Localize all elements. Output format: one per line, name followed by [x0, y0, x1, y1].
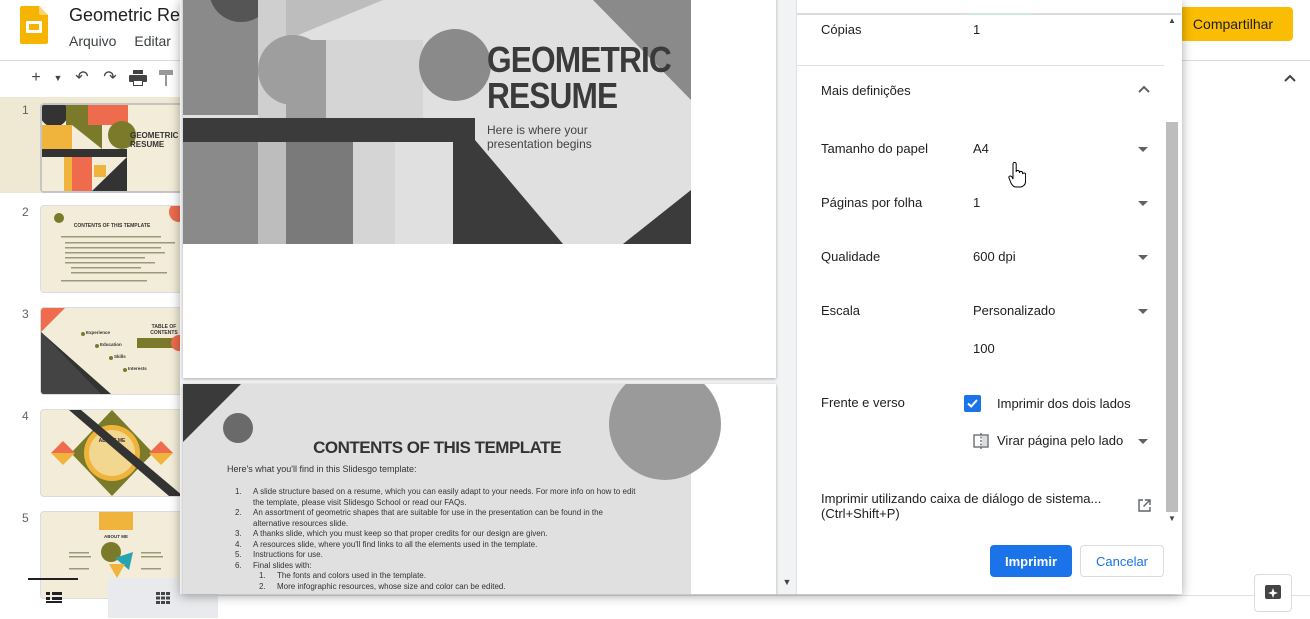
menu-file[interactable]: Arquivo	[69, 33, 116, 49]
flip-page-dropdown-icon[interactable]	[1138, 439, 1148, 444]
slide-thumbnail-row[interactable]: 4 ABOUT ME	[0, 403, 184, 499]
duplex-checkbox-label[interactable]: Imprimir dos dois lados	[997, 396, 1131, 411]
grid-view-icon	[156, 592, 170, 604]
slide-thumbnail-row[interactable]: 3 TABLE OF CONTENTS Experience Education…	[0, 301, 184, 397]
preview-page-1: GEOMETRIC RESUME Here is where your pres…	[183, 0, 776, 378]
list-item: 4. A resources slide, where you'll find l…	[235, 539, 538, 549]
slide-item: Education	[100, 342, 122, 347]
copies-label: Cópias	[821, 22, 862, 37]
scale-select[interactable]: Personalizado	[973, 303, 1055, 318]
slide-2-artwork	[54, 206, 183, 282]
quality-select[interactable]: 600 dpi	[973, 249, 1016, 264]
slide-intro: Here's what you'll find in this Slidesgo…	[227, 464, 417, 474]
paper-size-select[interactable]: A4	[973, 141, 989, 156]
list-item: 6. Final slides with:	[235, 560, 312, 570]
slide-number: 5	[22, 511, 29, 525]
new-slide-dropdown-icon[interactable]: ▼	[48, 68, 68, 88]
slides-logo-icon[interactable]	[20, 6, 48, 44]
list-item: 3. A thanks slide, which you must keep so…	[235, 529, 548, 538]
flip-page-icon	[973, 433, 989, 449]
copies-input[interactable]: 1	[973, 22, 980, 37]
speaker-notes-strip[interactable]	[218, 595, 1310, 619]
list-item: 1. A slide structure based on a resume, w…	[235, 487, 636, 507]
scale-custom-input[interactable]: 100	[973, 341, 995, 356]
filmstrip-view-button[interactable]	[0, 578, 108, 618]
list-view-icon	[46, 592, 62, 603]
settings-scroll-down-icon[interactable]: ▼	[1167, 514, 1177, 523]
slide-thumbnail[interactable]: GEOMETRIC RESUME	[40, 103, 186, 193]
slide-thumbnail[interactable]: CONTENTS OF THIS TEMPLATE	[40, 205, 184, 293]
page-1-artwork	[183, 0, 691, 244]
more-settings-toggle[interactable]: Mais definições	[821, 83, 911, 98]
contents-list: 1. A slide structure based on a resume, w…	[235, 487, 665, 592]
slide-thumbnail[interactable]: ABOUT ME	[40, 409, 184, 497]
divider	[797, 65, 1164, 66]
open-in-new-icon[interactable]	[1138, 499, 1151, 512]
slide-title: CONTENTS OF THIS TEMPLATE	[313, 438, 561, 457]
slide-title: CONTENTS OF THIS TEMPLATE	[73, 223, 151, 229]
slide-3-artwork	[41, 308, 183, 394]
settings-scroll-up-icon[interactable]: ▲	[1167, 16, 1177, 25]
system-dialog-link[interactable]: Imprimir utilizando caixa de diálogo de …	[821, 491, 1101, 521]
sub-list-item: 1. The fonts and colors used in the templ…	[259, 571, 426, 580]
pages-per-sheet-select[interactable]: 1	[973, 195, 980, 210]
hand-cursor-icon	[1008, 162, 1026, 188]
flip-page-select[interactable]: Virar página pelo lado	[997, 433, 1123, 448]
print-button[interactable]: Imprimir	[990, 545, 1072, 577]
slide-number: 4	[22, 409, 29, 423]
redo-icon[interactable]: ↷	[100, 68, 120, 88]
slide-number: 1	[22, 103, 29, 117]
preview-scroll-down-icon[interactable]: ▼	[781, 577, 793, 589]
slide-item: Interests	[128, 366, 147, 371]
filmstrip: 1 GEOMETRIC RESUME 2 CONTENTS OF THIS TE…	[0, 97, 186, 599]
print-icon[interactable]	[129, 70, 147, 86]
menu-edit[interactable]: Editar	[134, 33, 171, 49]
divider-accent	[965, 13, 1033, 15]
new-slide-icon[interactable]: +	[26, 68, 46, 88]
slide-title: ABOUT ME	[104, 534, 128, 539]
slide-number: 3	[22, 307, 29, 321]
slide-title: GEOMETRIC RESUME	[487, 39, 672, 116]
slide-thumbnail-row[interactable]: 1 GEOMETRIC RESUME	[0, 97, 186, 193]
slide-title: GEOMETRIC RESUME	[130, 131, 179, 149]
scale-dropdown-icon[interactable]	[1138, 309, 1148, 314]
undo-icon[interactable]: ↶	[72, 68, 92, 88]
slide-subtitle: Here is where your presentation begins	[487, 123, 592, 151]
paint-format-icon[interactable]	[159, 70, 173, 86]
paper-size-dropdown-icon[interactable]	[1138, 147, 1148, 152]
print-preview-pane[interactable]: GEOMETRIC RESUME Here is where your pres…	[180, 0, 796, 594]
chevron-up-icon[interactable]	[1280, 68, 1300, 88]
duplex-label: Frente e verso	[821, 395, 905, 410]
list-item: 2. An assortment of geometric shapes that…	[235, 508, 603, 528]
settings-scrollbar[interactable]	[1166, 122, 1178, 512]
slide-item: Experience	[86, 330, 111, 335]
slide-thumbnail-row[interactable]: 2 CONTENTS OF THIS TEMPLATE	[0, 199, 184, 295]
paper-size-label: Tamanho do papel	[821, 141, 928, 156]
slide-number: 2	[22, 205, 29, 219]
share-button[interactable]: Compartilhar	[1173, 7, 1293, 41]
quality-label: Qualidade	[821, 249, 881, 264]
pages-per-sheet-label: Páginas por folha	[821, 195, 923, 210]
sub-list-item: 2. More infographic resources, whose size…	[259, 581, 506, 591]
explore-button[interactable]	[1254, 574, 1292, 612]
quality-dropdown-icon[interactable]	[1138, 255, 1148, 260]
slide-thumbnail[interactable]: TABLE OF CONTENTS Experience Education S…	[40, 307, 184, 395]
slide-title: ABOUT ME	[98, 438, 126, 444]
slide-item: Skills	[114, 354, 126, 359]
active-view-indicator	[28, 578, 78, 580]
checkmark-icon	[967, 399, 978, 408]
document-title[interactable]: Geometric Re	[69, 5, 180, 26]
pages-per-sheet-dropdown-icon[interactable]	[1138, 201, 1148, 206]
scale-label: Escala	[821, 303, 861, 318]
duplex-checkbox[interactable]	[964, 395, 981, 412]
explore-icon	[1265, 585, 1281, 599]
chevron-up-icon[interactable]	[1138, 85, 1150, 93]
menu-bar: Arquivo Editar	[69, 33, 185, 49]
slide-4-artwork	[51, 410, 183, 496]
list-item: 5. Instructions for use.	[235, 550, 323, 559]
slide-title: TABLE OF CONTENTS	[150, 324, 178, 336]
cancel-button[interactable]: Cancelar	[1080, 545, 1164, 577]
preview-page-2: CONTENTS OF THIS TEMPLATE Here's what yo…	[183, 384, 776, 594]
